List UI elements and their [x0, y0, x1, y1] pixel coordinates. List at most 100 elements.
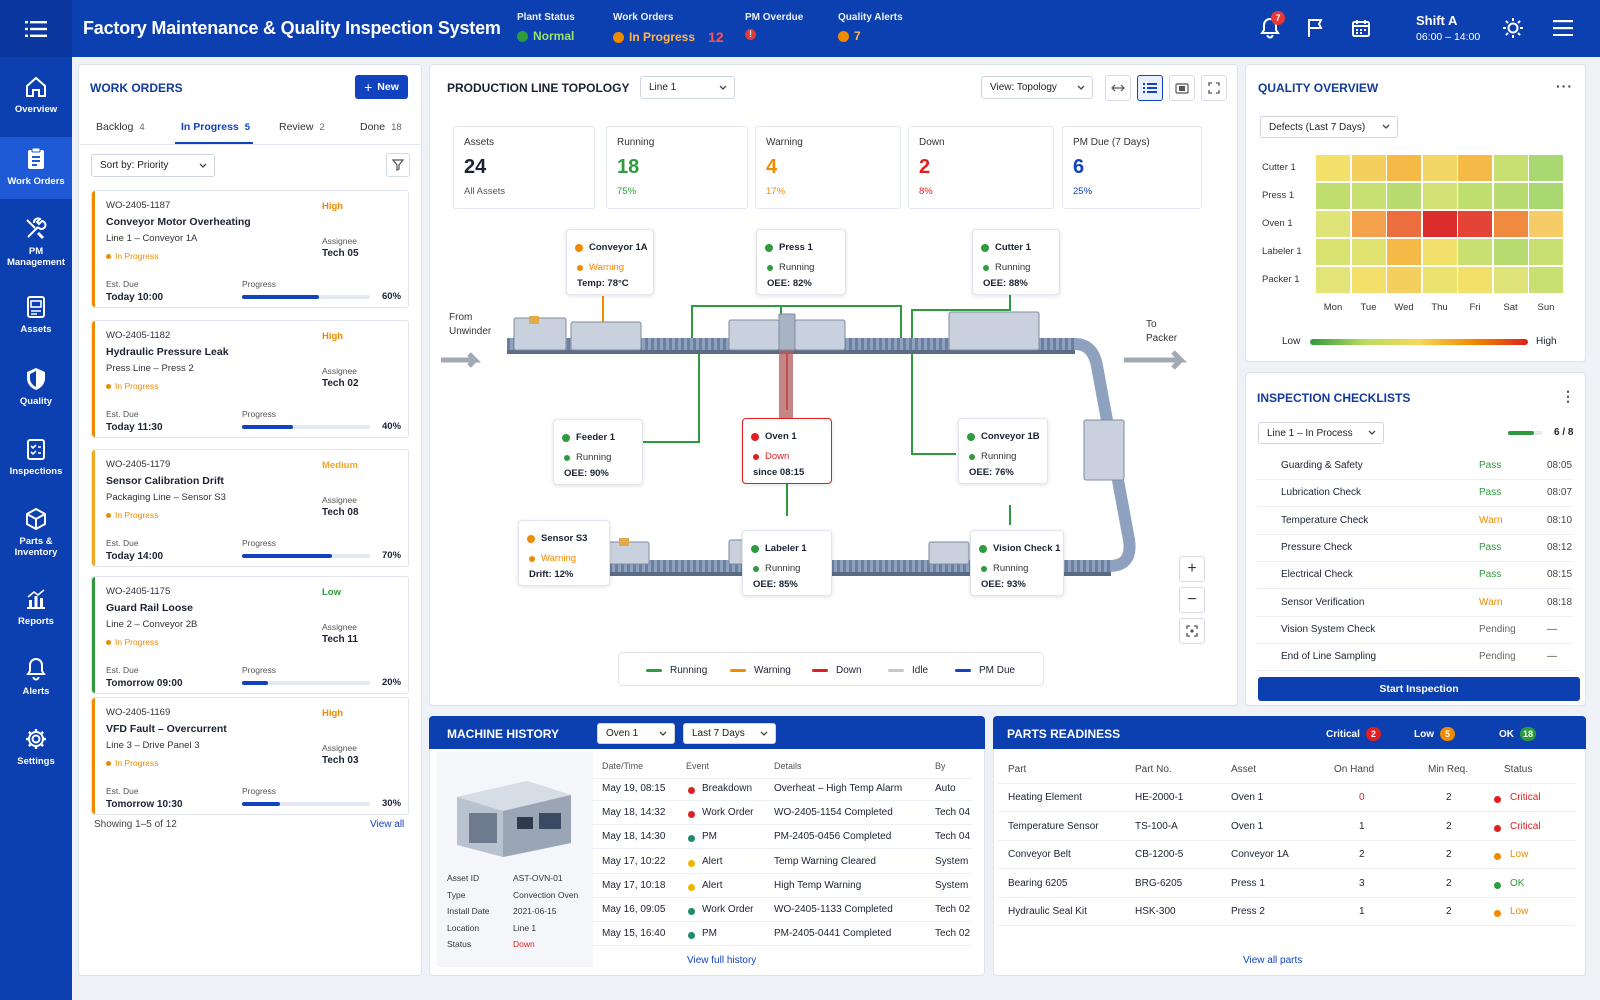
sidebar-item-reports[interactable]: Reports [0, 587, 72, 637]
checklist-row[interactable]: Electrical Check Pass 08:15 [1257, 562, 1573, 590]
table-row[interactable]: Heating Element HE-2000-1 Oven 1 0 2 Critical [998, 784, 1575, 812]
table-row[interactable]: May 17, 10:18 Alert High Temp Warning Syste… [592, 875, 972, 898]
heatmap-cell[interactable] [1422, 155, 1457, 181]
calendar-button[interactable] [1348, 15, 1374, 41]
stat-card[interactable]: Down 2 8% [908, 126, 1054, 209]
table-row[interactable]: Hydraulic Seal Kit HSK-300 Press 2 1 2 Low [998, 898, 1575, 926]
sidebar-item-work-orders[interactable]: Work Orders [0, 137, 72, 199]
stat-card[interactable]: Assets 24 All Assets [453, 126, 595, 209]
heatmap-cell[interactable] [1387, 267, 1421, 293]
heatmap-cell[interactable] [1493, 183, 1528, 209]
heatmap-cell[interactable] [1422, 239, 1457, 265]
table-row[interactable]: May 16, 09:05 Work Order WO-2405-1133 Comp… [592, 899, 972, 922]
sidebar-item-alerts[interactable]: Alerts [0, 657, 72, 707]
heatmap-cell[interactable] [1422, 183, 1457, 209]
sidebar-item-pm-management[interactable]: PM Management [0, 217, 72, 275]
stat-card[interactable]: Running 18 75% [606, 126, 748, 209]
heatmap-cell[interactable] [1316, 211, 1350, 237]
heatmap-cell[interactable] [1458, 239, 1492, 265]
work-order-card[interactable]: WO-2405-1169 High VFD Fault – Overcurrent L… [91, 697, 409, 815]
heatmap-cell[interactable] [1351, 211, 1386, 237]
heatmap-cell[interactable] [1458, 211, 1492, 237]
view-select[interactable]: View: Topology [981, 76, 1093, 99]
pm-overdue-kpi[interactable]: PM Overdue ! [745, 12, 803, 40]
heatmap-cell[interactable] [1387, 183, 1421, 209]
more-menu-button[interactable] [1550, 15, 1576, 41]
machine-card[interactable]: Labeler 1 Running OEE: 85% [742, 530, 832, 596]
heatmap-cell[interactable] [1529, 239, 1563, 265]
table-row[interactable]: May 19, 08:15 Breakdown Overheat – High Te… [592, 778, 972, 801]
defects-range-select[interactable]: Defects (Last 7 Days) [1260, 116, 1398, 138]
heatmap-cell[interactable] [1493, 155, 1528, 181]
sidebar-item-quality[interactable]: Quality [0, 367, 72, 417]
tab-in-progress[interactable]: In Progress 5 [181, 121, 250, 133]
quality-alerts-kpi[interactable]: Quality Alerts 7 [838, 12, 903, 43]
filter-button[interactable] [386, 153, 410, 177]
machine-card[interactable]: Vision Check 1 Running OEE: 93% [970, 530, 1064, 596]
stat-card[interactable]: PM Due (7 Days) 6 25% [1062, 126, 1202, 209]
more-options-icon[interactable]: ··· [1556, 78, 1573, 94]
table-row[interactable]: Bearing 6205 BRG-6205 Press 1 3 2 OK [998, 870, 1575, 898]
machine-select[interactable]: Oven 1 [597, 723, 675, 744]
machine-card[interactable]: Sensor S3 Warning Drift: 12% [518, 520, 610, 586]
work-order-card[interactable]: WO-2405-1182 High Hydraulic Pressure Leak P… [91, 320, 409, 438]
sidebar-item-assets[interactable]: Assets [0, 295, 72, 345]
list-view-button[interactable] [1137, 75, 1163, 101]
heatmap-cell[interactable] [1493, 267, 1528, 293]
heatmap-cell[interactable] [1529, 211, 1563, 237]
heatmap-cell[interactable] [1458, 183, 1492, 209]
heatmap-cell[interactable] [1493, 211, 1528, 237]
sidebar-item-inspections[interactable]: Inspections [0, 437, 72, 487]
sidebar-item-settings[interactable]: Settings [0, 727, 72, 777]
checklist-row[interactable]: Lubrication Check Pass 08:07 [1257, 480, 1573, 508]
theme-toggle-button[interactable] [1500, 15, 1526, 41]
heatmap-cell[interactable] [1316, 155, 1350, 181]
work-order-card[interactable]: WO-2405-1187 High Conveyor Motor Overheati… [91, 190, 409, 308]
hamburger-menu-button[interactable] [0, 0, 72, 57]
heatmap-cell[interactable] [1422, 267, 1457, 293]
checklist-row[interactable]: Pressure Check Pass 08:12 [1257, 535, 1573, 562]
checklist-row[interactable]: Sensor Verification Warn 08:18 [1257, 590, 1573, 617]
table-row[interactable]: Conveyor Belt CB-1200-5 Conveyor 1A 2 2 Low [998, 841, 1575, 869]
shift-info[interactable]: Shift A 06:00 – 14:00 [1416, 13, 1480, 43]
heatmap-cell[interactable] [1351, 239, 1386, 265]
view-full-history-link[interactable]: View full history [687, 955, 756, 966]
heatmap-cell[interactable] [1529, 183, 1563, 209]
heatmap-cell[interactable] [1493, 239, 1528, 265]
flag-button[interactable] [1303, 15, 1329, 41]
work-order-card[interactable]: WO-2405-1175 Low Guard Rail Loose Line 2 – … [91, 576, 409, 694]
heatmap-cell[interactable] [1387, 155, 1421, 181]
heatmap-cell[interactable] [1458, 155, 1492, 181]
heatmap-cell[interactable] [1529, 267, 1563, 293]
split-view-button[interactable] [1105, 75, 1131, 101]
parts-summary-item[interactable]: OK 18 [1499, 727, 1537, 741]
machine-card[interactable]: Cutter 1 Running OEE: 88% [972, 229, 1060, 295]
checklist-row[interactable]: End of Line Sampling Pending — [1257, 644, 1573, 672]
tab-backlog[interactable]: Backlog 4 [96, 121, 145, 133]
heatmap-cell[interactable] [1316, 239, 1350, 265]
stat-card[interactable]: Warning 4 17% [755, 126, 901, 209]
heatmap-cell[interactable] [1351, 183, 1386, 209]
heatmap-cell[interactable] [1458, 267, 1492, 293]
work-orders-kpi[interactable]: Work Orders In Progress 12 [613, 12, 724, 45]
checklist-select[interactable]: Line 1 – In Process [1258, 422, 1384, 444]
heatmap-cell[interactable] [1387, 211, 1421, 237]
start-inspection-button[interactable]: Start Inspection [1258, 677, 1580, 701]
heatmap-cell[interactable] [1316, 183, 1350, 209]
heatmap-cell[interactable] [1351, 155, 1386, 181]
view-all-work-orders-link[interactable]: View all [370, 819, 404, 830]
new-work-order-button[interactable]: + New [355, 75, 408, 99]
line-select[interactable]: Line 1 [640, 76, 735, 99]
tab-review[interactable]: Review 2 [279, 121, 325, 133]
heatmap-cell[interactable] [1422, 211, 1457, 237]
checklist-row[interactable]: Temperature Check Warn 08:10 [1257, 508, 1573, 535]
machine-card[interactable]: Press 1 Running OEE: 82% [756, 229, 846, 295]
heatmap-cell[interactable] [1387, 239, 1421, 265]
tab-done[interactable]: Done 18 [360, 121, 402, 133]
machine-card[interactable]: Conveyor 1B Running OEE: 76% [958, 418, 1048, 484]
heatmap-cell[interactable] [1316, 267, 1350, 293]
parts-summary-item[interactable]: Critical 2 [1326, 727, 1381, 741]
machine-card[interactable]: Conveyor 1A Warning Temp: 78°C [566, 229, 654, 295]
heatmap-cell[interactable] [1529, 155, 1563, 181]
fullscreen-button[interactable] [1201, 75, 1227, 101]
